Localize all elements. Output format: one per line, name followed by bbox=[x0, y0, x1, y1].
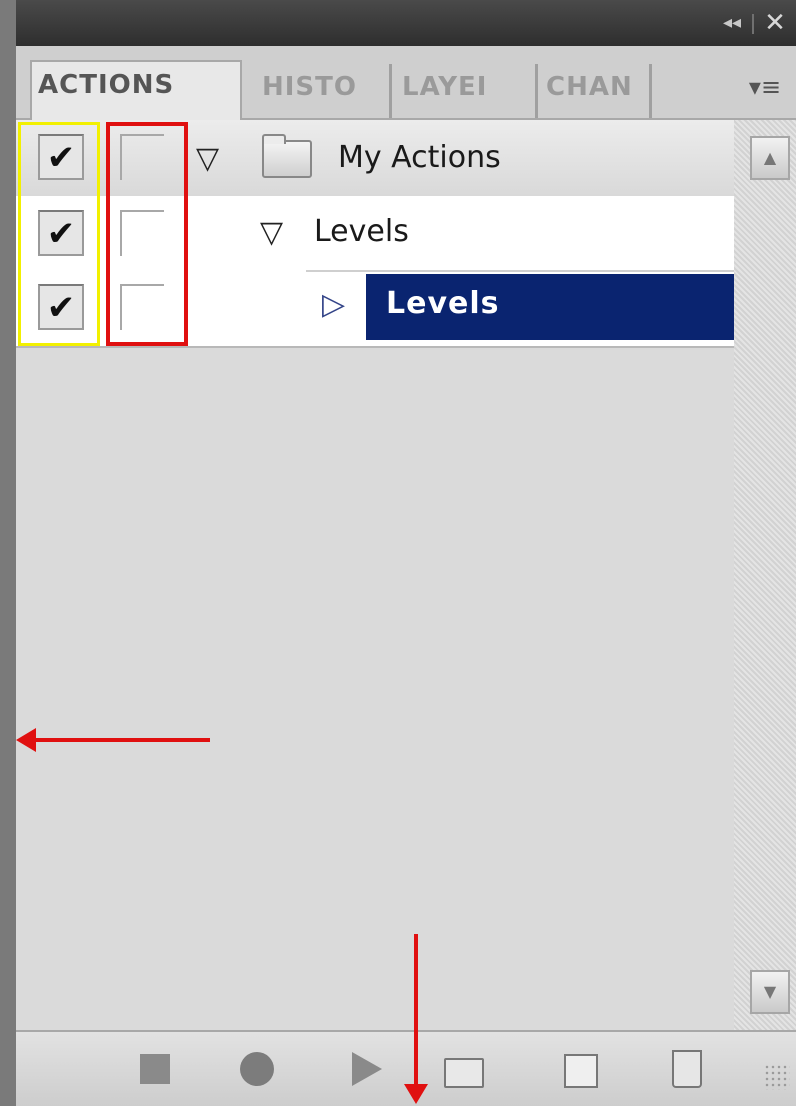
down-arrow-head bbox=[404, 1084, 428, 1104]
delete-icon[interactable] bbox=[672, 1050, 702, 1088]
tab-channels[interactable]: CHAN bbox=[540, 64, 652, 118]
action-label: Levels bbox=[314, 214, 409, 249]
left-arrow bbox=[30, 738, 210, 742]
panel-menu-icon[interactable]: ▾≡ bbox=[748, 70, 782, 104]
tab-actions[interactable]: ACTIONS bbox=[30, 60, 242, 120]
resize-grip-icon[interactable] bbox=[764, 1064, 790, 1090]
titlebar-separator bbox=[752, 14, 754, 34]
action-set-label: My Actions bbox=[338, 140, 501, 175]
collapse-icon[interactable]: ◂◂ bbox=[720, 12, 744, 34]
tab-bar: ACTIONS HISTO LAYEI CHAN ▾≡ bbox=[16, 46, 796, 120]
tab-history[interactable]: HISTO bbox=[256, 64, 392, 118]
close-icon[interactable]: ✕ bbox=[762, 10, 788, 36]
new-set-icon[interactable] bbox=[444, 1058, 484, 1088]
action-step-label: Levels bbox=[386, 286, 500, 321]
vertical-scrollbar[interactable]: ▲ ▼ bbox=[734, 120, 796, 1030]
record-icon[interactable] bbox=[240, 1052, 274, 1086]
scroll-up-icon[interactable]: ▲ bbox=[750, 136, 790, 180]
red-highlight-box bbox=[106, 122, 188, 346]
scroll-down-icon[interactable]: ▼ bbox=[750, 970, 790, 1014]
collapse-triangle-icon[interactable]: ▷ bbox=[322, 290, 345, 320]
indent-divider bbox=[306, 270, 734, 272]
panel-titlebar: ◂◂ ✕ bbox=[16, 0, 796, 46]
yellow-highlight-box bbox=[18, 122, 100, 346]
new-action-icon[interactable] bbox=[564, 1054, 598, 1088]
stop-icon[interactable] bbox=[140, 1054, 170, 1084]
down-arrow bbox=[414, 934, 418, 1090]
play-icon[interactable] bbox=[352, 1052, 382, 1086]
left-arrow-head bbox=[16, 728, 36, 752]
expand-triangle-icon[interactable]: ▽ bbox=[260, 218, 283, 248]
folder-icon bbox=[262, 134, 312, 178]
tab-layers[interactable]: LAYEI bbox=[396, 64, 538, 118]
expand-triangle-icon[interactable]: ▽ bbox=[196, 144, 219, 174]
